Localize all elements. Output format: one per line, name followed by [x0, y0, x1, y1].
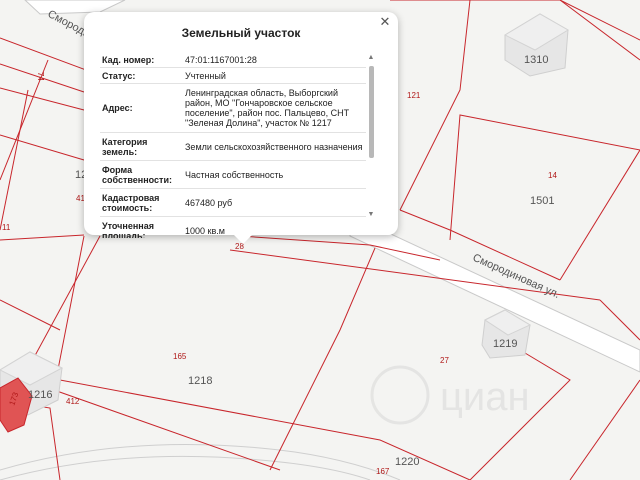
popup-title: Земельный участок	[181, 26, 301, 40]
parcel-number-27: 27	[440, 356, 449, 365]
info-row-address: Адрес: Ленинградская область, Выборгский…	[100, 84, 366, 133]
info-row-area: Уточненная площадь: 1000 кв.м	[100, 217, 366, 239]
scroll-up-icon[interactable]: ▲	[367, 54, 375, 62]
info-label: Категория земель:	[102, 136, 148, 157]
info-value: Ленинградская область, Выборгский район,…	[185, 88, 350, 128]
parcel-number-121: 121	[407, 91, 421, 100]
info-row-ownership: Форма собственности: Частная собственнос…	[100, 161, 366, 189]
info-label: Кад. номер:	[102, 54, 155, 65]
parcel-number-167: 167	[376, 467, 390, 476]
parcel-number-412: 412	[66, 397, 80, 406]
plot-number-1501: 1501	[530, 195, 554, 207]
parcel-number-74: 74	[36, 72, 45, 81]
info-row-cadastral-value: Кадастровая стоимость: 467480 руб	[100, 189, 366, 217]
plot-number-1219: 1219	[493, 338, 517, 350]
popup-pointer	[234, 235, 252, 244]
info-value: 1000 кв.м	[185, 225, 225, 236]
parcel-info-popup: Земельный участок ✕ Кад. номер: 47:01:11…	[84, 12, 398, 244]
svg-text:циан: циан	[440, 375, 530, 419]
popup-info-table: Кад. номер: 47:01:1167001:28 Статус: Учт…	[100, 52, 366, 238]
info-row-land-category: Категория земель: Земли сельскохозяйстве…	[100, 133, 366, 161]
plot-number-1216: 1216	[28, 389, 52, 401]
plot-number-1310: 1310	[524, 54, 548, 66]
info-row-status: Статус: Учтенный	[100, 68, 366, 84]
info-value: 467480 руб	[185, 197, 233, 208]
info-value: Частная собственность	[185, 169, 284, 180]
parcel-number-165: 165	[173, 352, 187, 361]
info-value: 47:01:1167001:28	[185, 54, 257, 65]
scrollbar-thumb[interactable]	[369, 66, 374, 158]
info-label: Статус:	[102, 70, 136, 81]
info-label: Кадастровая стоимость:	[102, 192, 160, 213]
close-icon[interactable]: ✕	[378, 15, 392, 29]
info-value: Земли сельскохозяйственного назначения	[185, 141, 363, 152]
info-label: Уточненная площадь:	[102, 220, 154, 239]
plot-number-1218: 1218	[188, 375, 212, 387]
parcel-number-14: 14	[548, 171, 557, 180]
info-value: Учтенный	[185, 70, 226, 81]
info-label: Адрес:	[102, 103, 133, 113]
scroll-down-icon[interactable]: ▼	[367, 211, 375, 219]
info-row-cadastral-number: Кад. номер: 47:01:1167001:28	[100, 52, 366, 68]
info-label: Форма собственности:	[102, 164, 172, 185]
parcel-number-11: 11	[2, 223, 11, 232]
plot-number-1220: 1220	[395, 456, 419, 468]
